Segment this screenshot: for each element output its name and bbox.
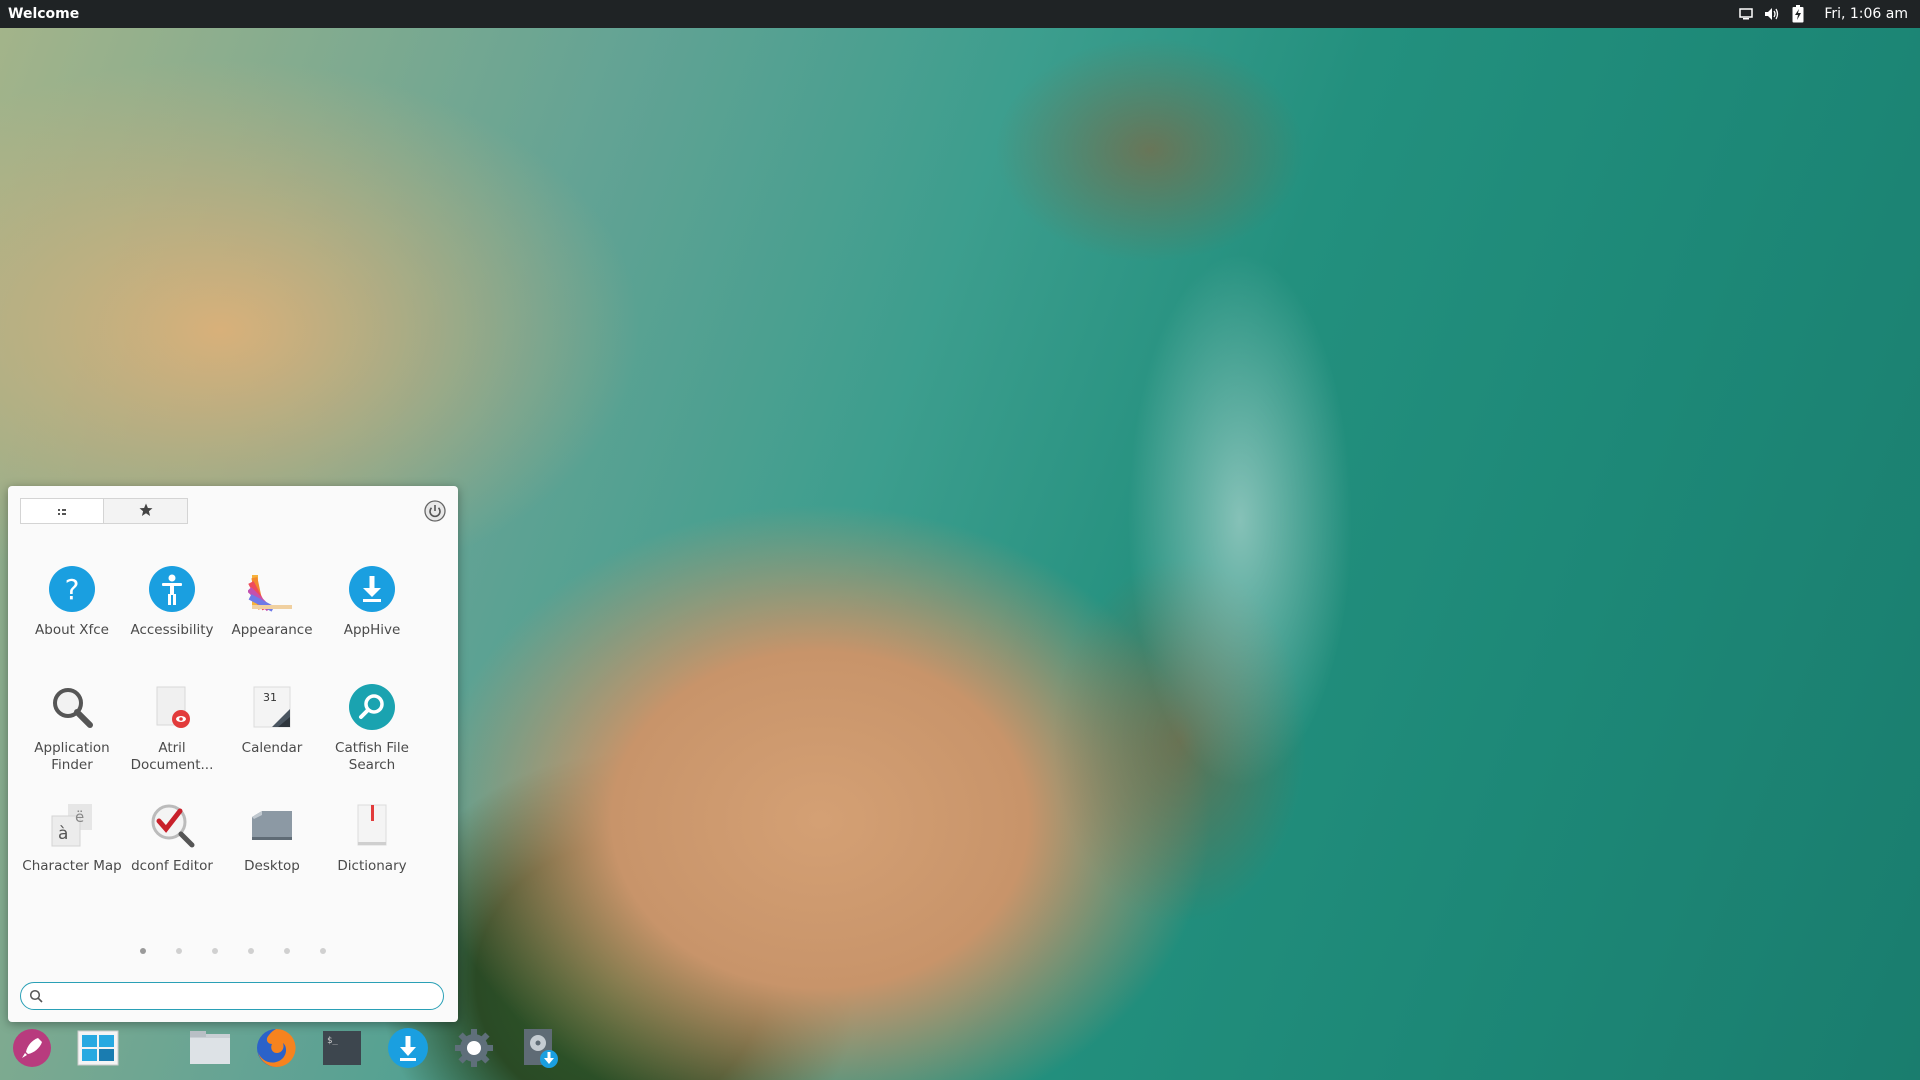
menu-view-tabs — [20, 498, 188, 524]
magnifier-icon — [47, 682, 97, 732]
application-menu: ? About Xfce Accessibility Appearance Ap… — [8, 486, 458, 1022]
calendar-icon: 31 — [247, 682, 297, 732]
character-map-icon: àë — [47, 800, 97, 850]
app-calendar[interactable]: 31 Calendar — [222, 682, 322, 800]
page-dot[interactable] — [248, 948, 254, 954]
disk-installer-icon[interactable] — [516, 1024, 564, 1072]
page-dot[interactable] — [284, 948, 290, 954]
app-label: Accessibility — [130, 622, 214, 638]
tab-all-applications[interactable] — [20, 498, 104, 524]
app-label: Catfish File Search — [335, 740, 409, 773]
app-about-xfce[interactable]: ? About Xfce — [22, 564, 122, 682]
desktop-icon — [247, 800, 297, 850]
page-dot[interactable] — [212, 948, 218, 954]
battery-icon[interactable] — [1790, 5, 1806, 23]
page-dot[interactable] — [176, 948, 182, 954]
app-label: AppHive — [343, 622, 401, 638]
files-icon[interactable] — [186, 1024, 234, 1072]
app-label: About Xfce — [35, 622, 109, 638]
tab-favorites[interactable] — [104, 498, 188, 524]
rocket-launcher-icon[interactable] — [8, 1024, 56, 1072]
active-window-title[interactable]: Welcome — [8, 6, 79, 22]
app-catfish-file-search[interactable]: Catfish File Search — [322, 682, 422, 800]
app-label: Calendar — [241, 740, 303, 756]
workspace-icon[interactable] — [74, 1024, 122, 1072]
search-box — [20, 982, 444, 1010]
settings-gear-icon[interactable] — [450, 1024, 498, 1072]
accessibility-icon — [147, 564, 197, 614]
app-label: Atril Document... — [130, 740, 214, 773]
power-icon — [424, 500, 446, 522]
charmap-glyph-a: à — [58, 824, 68, 844]
catfish-search-icon — [347, 682, 397, 732]
download-icon — [347, 564, 397, 614]
display-icon[interactable] — [1738, 6, 1754, 22]
app-accessibility[interactable]: Accessibility — [122, 564, 222, 682]
page-dot[interactable] — [320, 948, 326, 954]
dconf-editor-icon — [147, 800, 197, 850]
page-indicator — [140, 948, 356, 954]
app-dconf-editor[interactable]: dconf Editor — [122, 800, 222, 918]
top-panel: Welcome Fri, 1:06 am — [0, 0, 1920, 28]
calendar-day-text: 31 — [263, 691, 277, 704]
svg-text:?: ? — [65, 573, 80, 606]
app-label: Character Map — [22, 858, 122, 874]
dictionary-icon — [347, 800, 397, 850]
charmap-glyph-e: ë — [75, 808, 84, 826]
app-label: dconf Editor — [131, 858, 213, 874]
appearance-icon — [247, 564, 297, 614]
terminal-icon[interactable]: $_ — [318, 1024, 366, 1072]
firefox-icon[interactable] — [252, 1024, 300, 1072]
app-apphive[interactable]: AppHive — [322, 564, 422, 682]
search-input[interactable] — [49, 987, 443, 1005]
app-dictionary[interactable]: Dictionary — [322, 800, 422, 918]
app-label: Appearance — [231, 622, 313, 638]
app-label: Dictionary — [337, 858, 407, 874]
page-dot[interactable] — [140, 948, 146, 954]
clock[interactable]: Fri, 1:06 am — [1824, 6, 1908, 22]
search-icon — [29, 988, 45, 1004]
app-atril-document-viewer[interactable]: Atril Document... — [122, 682, 222, 800]
volume-icon[interactable] — [1764, 6, 1780, 22]
dock: $_ — [0, 1024, 600, 1072]
app-appearance[interactable]: Appearance — [222, 564, 322, 682]
document-viewer-icon — [147, 682, 197, 732]
svg-text:$_: $_ — [327, 1036, 338, 1046]
power-button[interactable] — [424, 500, 446, 522]
app-application-finder[interactable]: Application Finder — [22, 682, 122, 800]
grid-view-icon — [57, 502, 67, 521]
apphive-download-icon[interactable] — [384, 1024, 432, 1072]
app-desktop[interactable]: Desktop — [222, 800, 322, 918]
help-icon: ? — [47, 564, 97, 614]
app-label: Application Finder — [34, 740, 110, 773]
app-label: Desktop — [244, 858, 300, 874]
application-grid: ? About Xfce Accessibility Appearance Ap… — [22, 564, 422, 918]
app-character-map[interactable]: àë Character Map — [22, 800, 122, 918]
star-icon — [139, 502, 153, 521]
